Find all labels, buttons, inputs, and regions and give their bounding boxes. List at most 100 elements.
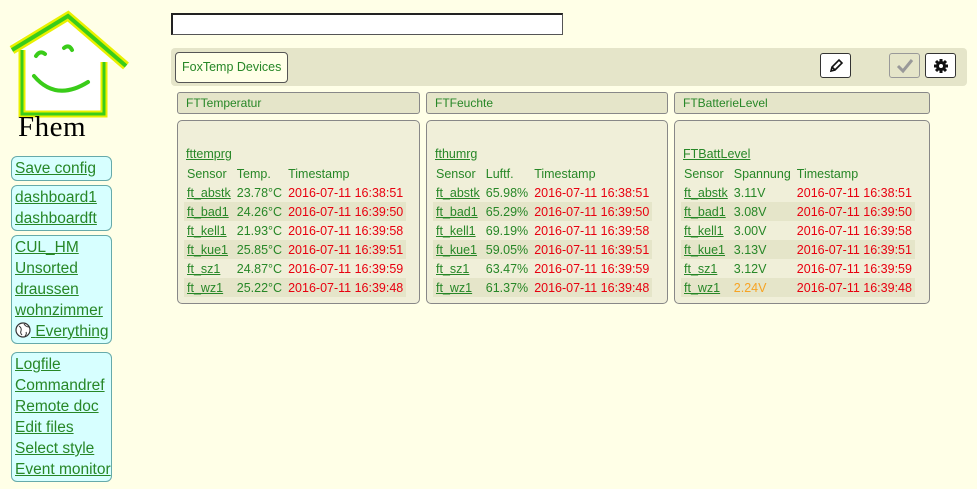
sensor-cell: ft_sz1 (681, 259, 731, 278)
sensor-cell: ft_kue1 (433, 240, 483, 259)
command-input[interactable] (171, 13, 563, 35)
reading-value: 59.05% (482, 240, 532, 259)
sensor-link[interactable]: ft_kue1 (187, 243, 228, 257)
reading-value: 23.78°C (233, 183, 286, 202)
table-header-row: Sensor Spannung Timestamp (681, 164, 915, 183)
table-row: ft_abstk 65.98% 2016-07-11 16:38:51 (433, 183, 653, 202)
sensor-link[interactable]: ft_kell1 (187, 224, 227, 238)
table-row: ft_wz1 61.37% 2016-07-11 16:39:48 (433, 278, 653, 297)
timestamp: 2016-07-11 16:39:58 (285, 221, 407, 240)
sensor-cell: ft_bad1 (681, 202, 731, 221)
panel-link-batterie[interactable]: FTBattLevel (683, 147, 750, 161)
table-row: ft_sz1 24.87°C 2016-07-11 16:39:59 (184, 259, 407, 278)
sensor-cell: ft_sz1 (184, 259, 234, 278)
sensor-link[interactable]: ft_sz1 (684, 262, 717, 276)
reading-value: 63.47% (482, 259, 532, 278)
column-header: Sensor (184, 164, 234, 183)
sensor-link[interactable]: ft_bad1 (684, 205, 726, 219)
timestamp: 2016-07-11 16:39:59 (531, 259, 653, 278)
menu-room-unsorted[interactable]: Unsorted (15, 258, 108, 279)
readings-table-batterie: Sensor Spannung Timestamp ft_abstk 3.11V 2016… (681, 164, 915, 297)
panel-link-temperatur[interactable]: fttemprg (186, 147, 232, 161)
timestamp: 2016-07-11 16:38:51 (285, 183, 407, 202)
save-check-button[interactable] (889, 53, 920, 78)
column-header: Luftf. (482, 164, 532, 183)
sensor-cell: ft_abstk (433, 183, 483, 202)
menu-dashboardft[interactable]: dashboardft (15, 208, 108, 229)
timestamp: 2016-07-11 16:39:51 (285, 240, 407, 259)
sensor-link[interactable]: ft_wz1 (684, 281, 720, 295)
sensor-link[interactable]: ft_bad1 (187, 205, 229, 219)
menu-logfile[interactable]: Logfile (15, 354, 108, 375)
menu-select-style[interactable]: Select style (15, 438, 108, 459)
table-header-row: Sensor Luftf. Timestamp (433, 164, 653, 183)
timestamp: 2016-07-11 16:39:58 (793, 221, 915, 240)
sensor-cell: ft_sz1 (433, 259, 483, 278)
menu-save-config[interactable]: Save config (15, 158, 108, 179)
menu-room-everything[interactable]: Everything (15, 321, 109, 342)
panel-feuchte: fthumrg Sensor Luftf. Timestamp ft_abstk 65.… (426, 120, 668, 304)
edit-button[interactable] (820, 53, 851, 78)
menu-room-everything-label: Everything (35, 323, 109, 340)
panel-title-feuchte[interactable]: FTFeuchte (426, 92, 668, 114)
timestamp: 2016-07-11 16:39:51 (531, 240, 653, 259)
timestamp: 2016-07-11 16:39:50 (531, 202, 653, 221)
table-row: ft_kue1 25.85°C 2016-07-11 16:39:51 (184, 240, 407, 259)
menu-commandref[interactable]: Commandref (15, 375, 108, 396)
panel-title-batterie[interactable]: FTBatterieLevel (674, 92, 930, 114)
sensor-cell: ft_kell1 (433, 221, 483, 240)
reading-value: 24.87°C (233, 259, 286, 278)
menu-room-draussen[interactable]: draussen (15, 279, 108, 300)
sensor-link[interactable]: ft_bad1 (436, 205, 478, 219)
table-row: ft_bad1 65.29% 2016-07-11 16:39:50 (433, 202, 653, 221)
sensor-link[interactable]: ft_kue1 (436, 243, 477, 257)
sensor-cell: ft_abstk (681, 183, 731, 202)
menu-block-dashboards: dashboard1 dashboardft (11, 185, 112, 231)
sensor-link[interactable]: ft_abstk (187, 186, 231, 200)
panel-title-temperatur[interactable]: FTTemperatur (177, 92, 420, 114)
column-header: Timestamp (531, 164, 653, 183)
timestamp: 2016-07-11 16:39:59 (285, 259, 407, 278)
menu-remote-doc[interactable]: Remote doc (15, 396, 108, 417)
sensor-cell: ft_kell1 (681, 221, 731, 240)
table-row: ft_bad1 24.26°C 2016-07-11 16:39:50 (184, 202, 407, 221)
table-row: ft_kell1 21.93°C 2016-07-11 16:39:58 (184, 221, 407, 240)
sensor-link[interactable]: ft_abstk (684, 186, 728, 200)
sensor-cell: ft_abstk (184, 183, 234, 202)
column-header: Timestamp (793, 164, 915, 183)
room-name-button[interactable]: FoxTemp Devices (175, 52, 289, 83)
menu-event-monitor[interactable]: Event monitor (15, 459, 111, 480)
menu-block-tools: Logfile Commandref Remote doc Edit files… (11, 352, 112, 482)
sensor-link[interactable]: ft_wz1 (187, 281, 223, 295)
menu-room-wohnzimmer[interactable]: wohnzimmer (15, 300, 108, 321)
sensor-link[interactable]: ft_kell1 (684, 224, 724, 238)
timestamp: 2016-07-11 16:38:51 (531, 183, 653, 202)
table-row: ft_sz1 3.12V 2016-07-11 16:39:59 (681, 259, 915, 278)
menu-dashboard1[interactable]: dashboard1 (15, 187, 108, 208)
reading-value: 3.13V (730, 240, 794, 259)
sensor-link[interactable]: ft_sz1 (436, 262, 469, 276)
table-row: ft_kell1 3.00V 2016-07-11 16:39:58 (681, 221, 915, 240)
sensor-cell: ft_wz1 (681, 278, 731, 297)
settings-button[interactable] (925, 53, 956, 78)
menu-room-cul-hm[interactable]: CUL_HM (15, 237, 108, 258)
sensor-link[interactable]: ft_sz1 (187, 262, 220, 276)
table-row: ft_sz1 63.47% 2016-07-11 16:39:59 (433, 259, 653, 278)
sensor-link[interactable]: ft_kue1 (684, 243, 725, 257)
sensor-link[interactable]: ft_kell1 (436, 224, 476, 238)
menu-edit-files[interactable]: Edit files (15, 417, 108, 438)
column-header: Sensor (681, 164, 731, 183)
table-row: ft_wz1 25.22°C 2016-07-11 16:39:48 (184, 278, 407, 297)
column-header: Sensor (433, 164, 483, 183)
timestamp: 2016-07-11 16:38:51 (793, 183, 915, 202)
gear-icon (933, 58, 948, 73)
sensor-link[interactable]: ft_wz1 (436, 281, 472, 295)
timestamp: 2016-07-11 16:39:48 (285, 278, 407, 297)
table-row: ft_kue1 3.13V 2016-07-11 16:39:51 (681, 240, 915, 259)
table-row: ft_wz1 2.24V 2016-07-11 16:39:48 (681, 278, 915, 297)
reading-value: 21.93°C (233, 221, 286, 240)
reading-value: 25.85°C (233, 240, 286, 259)
column-header: Temp. (233, 164, 286, 183)
panel-link-feuchte[interactable]: fthumrg (435, 147, 477, 161)
sensor-link[interactable]: ft_abstk (436, 186, 480, 200)
